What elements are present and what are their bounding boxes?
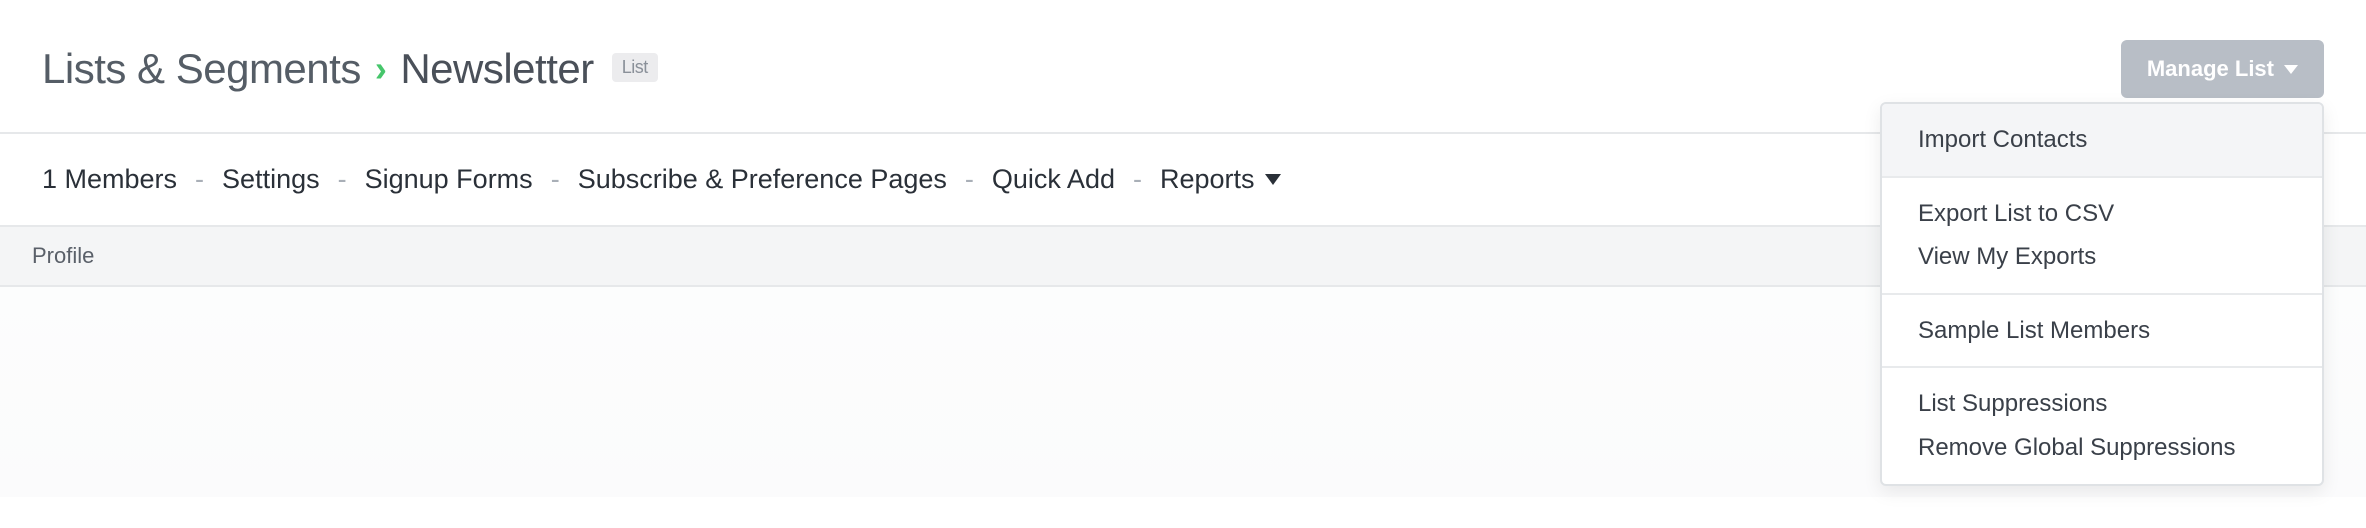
list-type-badge: List: [612, 53, 658, 82]
column-header-profile: Profile: [32, 243, 94, 268]
chevron-right-icon: ›: [375, 51, 387, 87]
dropdown-group: List Suppressions Remove Global Suppress…: [1882, 366, 2322, 483]
dropdown-import-contacts[interactable]: Import Contacts: [1882, 104, 2322, 176]
dropdown-remove-global-suppressions[interactable]: Remove Global Suppressions: [1882, 430, 2322, 484]
subnav-reports-label: Reports: [1160, 164, 1255, 195]
dropdown-view-exports[interactable]: View My Exports: [1882, 239, 2322, 293]
subnav-signup-forms[interactable]: Signup Forms: [365, 164, 533, 195]
subnav-reports[interactable]: Reports: [1160, 164, 1281, 195]
subnav-separator: -: [195, 164, 204, 195]
subnav-separator: -: [1133, 164, 1142, 195]
dropdown-export-csv[interactable]: Export List to CSV: [1882, 178, 2322, 240]
subnav-separator: -: [551, 164, 560, 195]
manage-list-label: Manage List: [2147, 56, 2274, 82]
subnav-separator: -: [338, 164, 347, 195]
manage-list-button[interactable]: Manage List: [2121, 40, 2324, 98]
dropdown-group: Export List to CSV View My Exports: [1882, 176, 2322, 293]
breadcrumb: Lists & Segments › Newsletter List: [42, 45, 658, 93]
dropdown-group: Sample List Members: [1882, 293, 2322, 367]
subnav-settings[interactable]: Settings: [222, 164, 320, 195]
caret-down-icon: [2284, 65, 2298, 74]
subnav-separator: -: [965, 164, 974, 195]
subnav-quick-add[interactable]: Quick Add: [992, 164, 1115, 195]
dropdown-list-suppressions[interactable]: List Suppressions: [1882, 368, 2322, 430]
dropdown-sample-members[interactable]: Sample List Members: [1882, 295, 2322, 367]
caret-down-icon: [1265, 174, 1281, 185]
manage-list-dropdown: Import Contacts Export List to CSV View …: [1880, 102, 2324, 486]
page-root: Lists & Segments › Newsletter List Manag…: [0, 0, 2366, 497]
breadcrumb-root-link[interactable]: Lists & Segments: [42, 45, 361, 93]
subnav-members[interactable]: 1 Members: [42, 164, 177, 195]
subnav-subscribe-pages[interactable]: Subscribe & Preference Pages: [578, 164, 947, 195]
breadcrumb-current: Newsletter: [400, 45, 593, 93]
dropdown-group: Import Contacts: [1882, 104, 2322, 176]
